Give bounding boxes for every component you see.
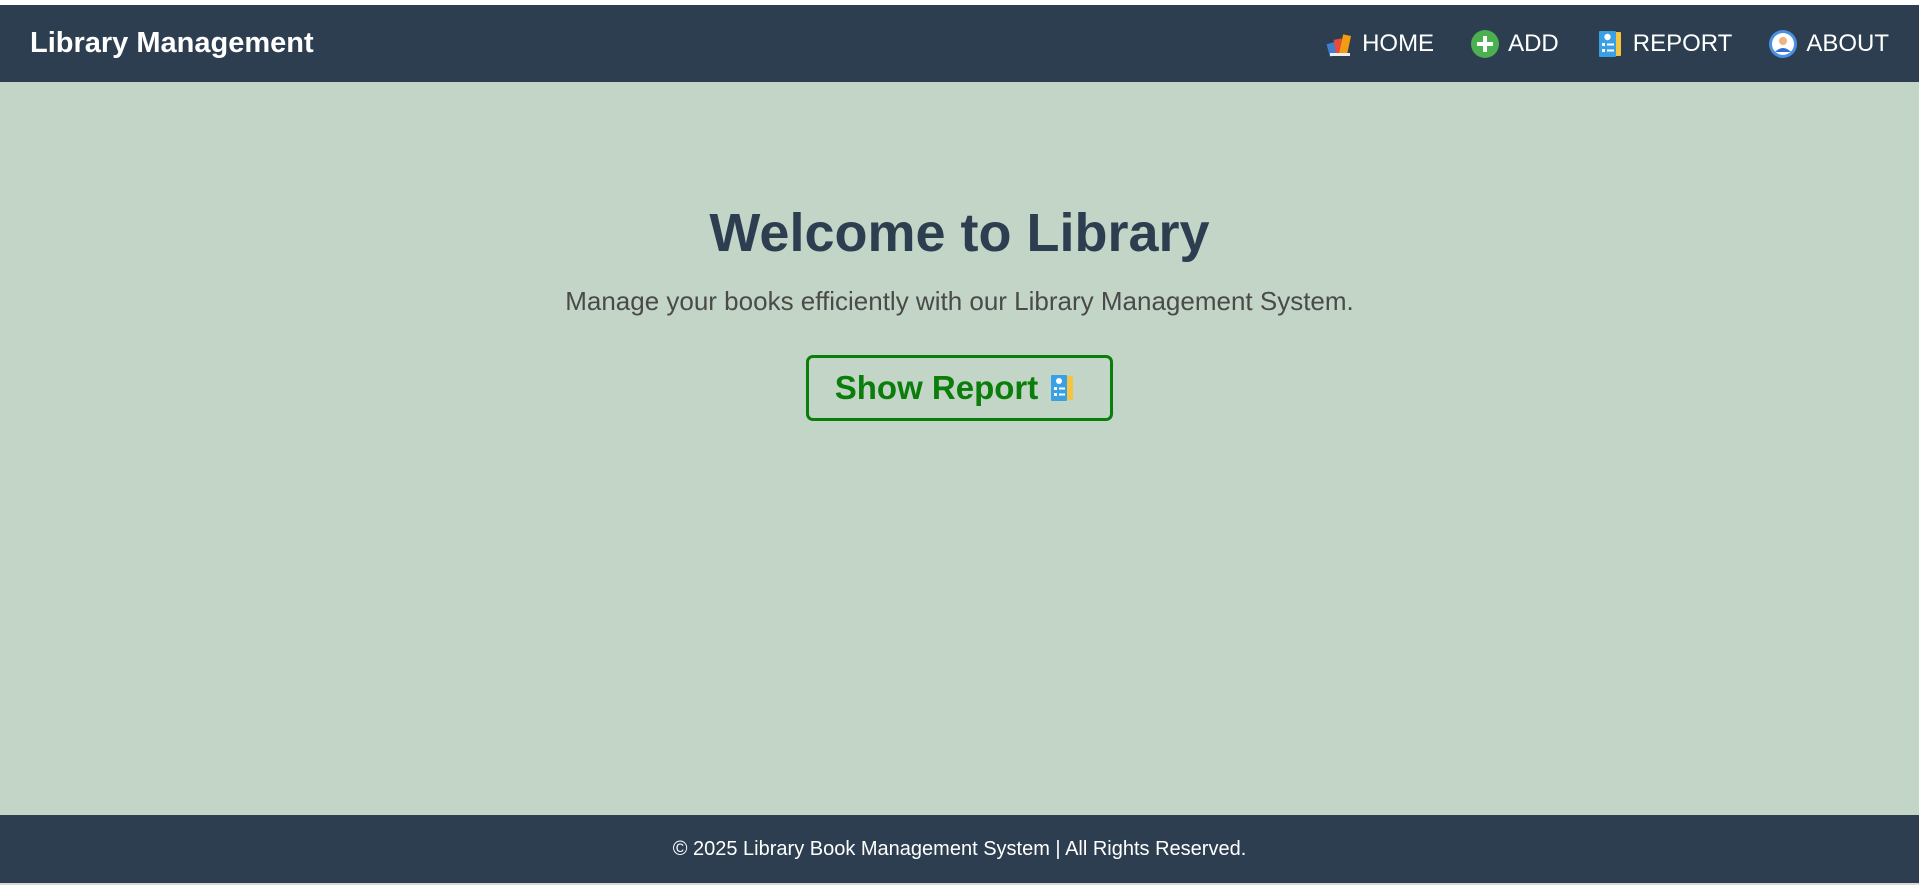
- nav-home[interactable]: HOME: [1324, 29, 1434, 59]
- app-page: Library Management HOME ADD REPORT ABOUT…: [0, 0, 1919, 885]
- footer-copyright: © 2025 Library Book Management System | …: [672, 837, 1247, 860]
- nav-report-label: REPORT: [1632, 29, 1733, 57]
- nav-add-label: ADD: [1508, 29, 1559, 57]
- show-report-button[interactable]: Show Report: [805, 355, 1114, 421]
- books-icon: [1326, 33, 1352, 57]
- page-title: Welcome to Library: [709, 203, 1210, 263]
- top-navbar: Library Management HOME ADD REPORT ABOUT: [0, 5, 1919, 82]
- report-icon: [1598, 30, 1621, 57]
- plus-circle-icon: [1471, 29, 1500, 58]
- report-icon: [1051, 375, 1074, 401]
- main-nav: HOME ADD REPORT ABOUT: [1324, 29, 1889, 59]
- nav-report[interactable]: REPORT: [1595, 29, 1733, 59]
- user-circle-icon: [1769, 29, 1798, 58]
- nav-home-label: HOME: [1362, 29, 1435, 57]
- brand-title[interactable]: Library Management: [30, 27, 314, 60]
- show-report-label: Show Report: [834, 369, 1039, 406]
- nav-add[interactable]: ADD: [1470, 29, 1559, 59]
- page-subtitle: Manage your books efficiently with our L…: [565, 286, 1354, 316]
- nav-about[interactable]: ABOUT: [1768, 29, 1889, 59]
- nav-about-label: ABOUT: [1806, 29, 1889, 57]
- main-content: Welcome to Library Manage your books eff…: [0, 82, 1919, 815]
- page-footer: © 2025 Library Book Management System | …: [0, 815, 1919, 883]
